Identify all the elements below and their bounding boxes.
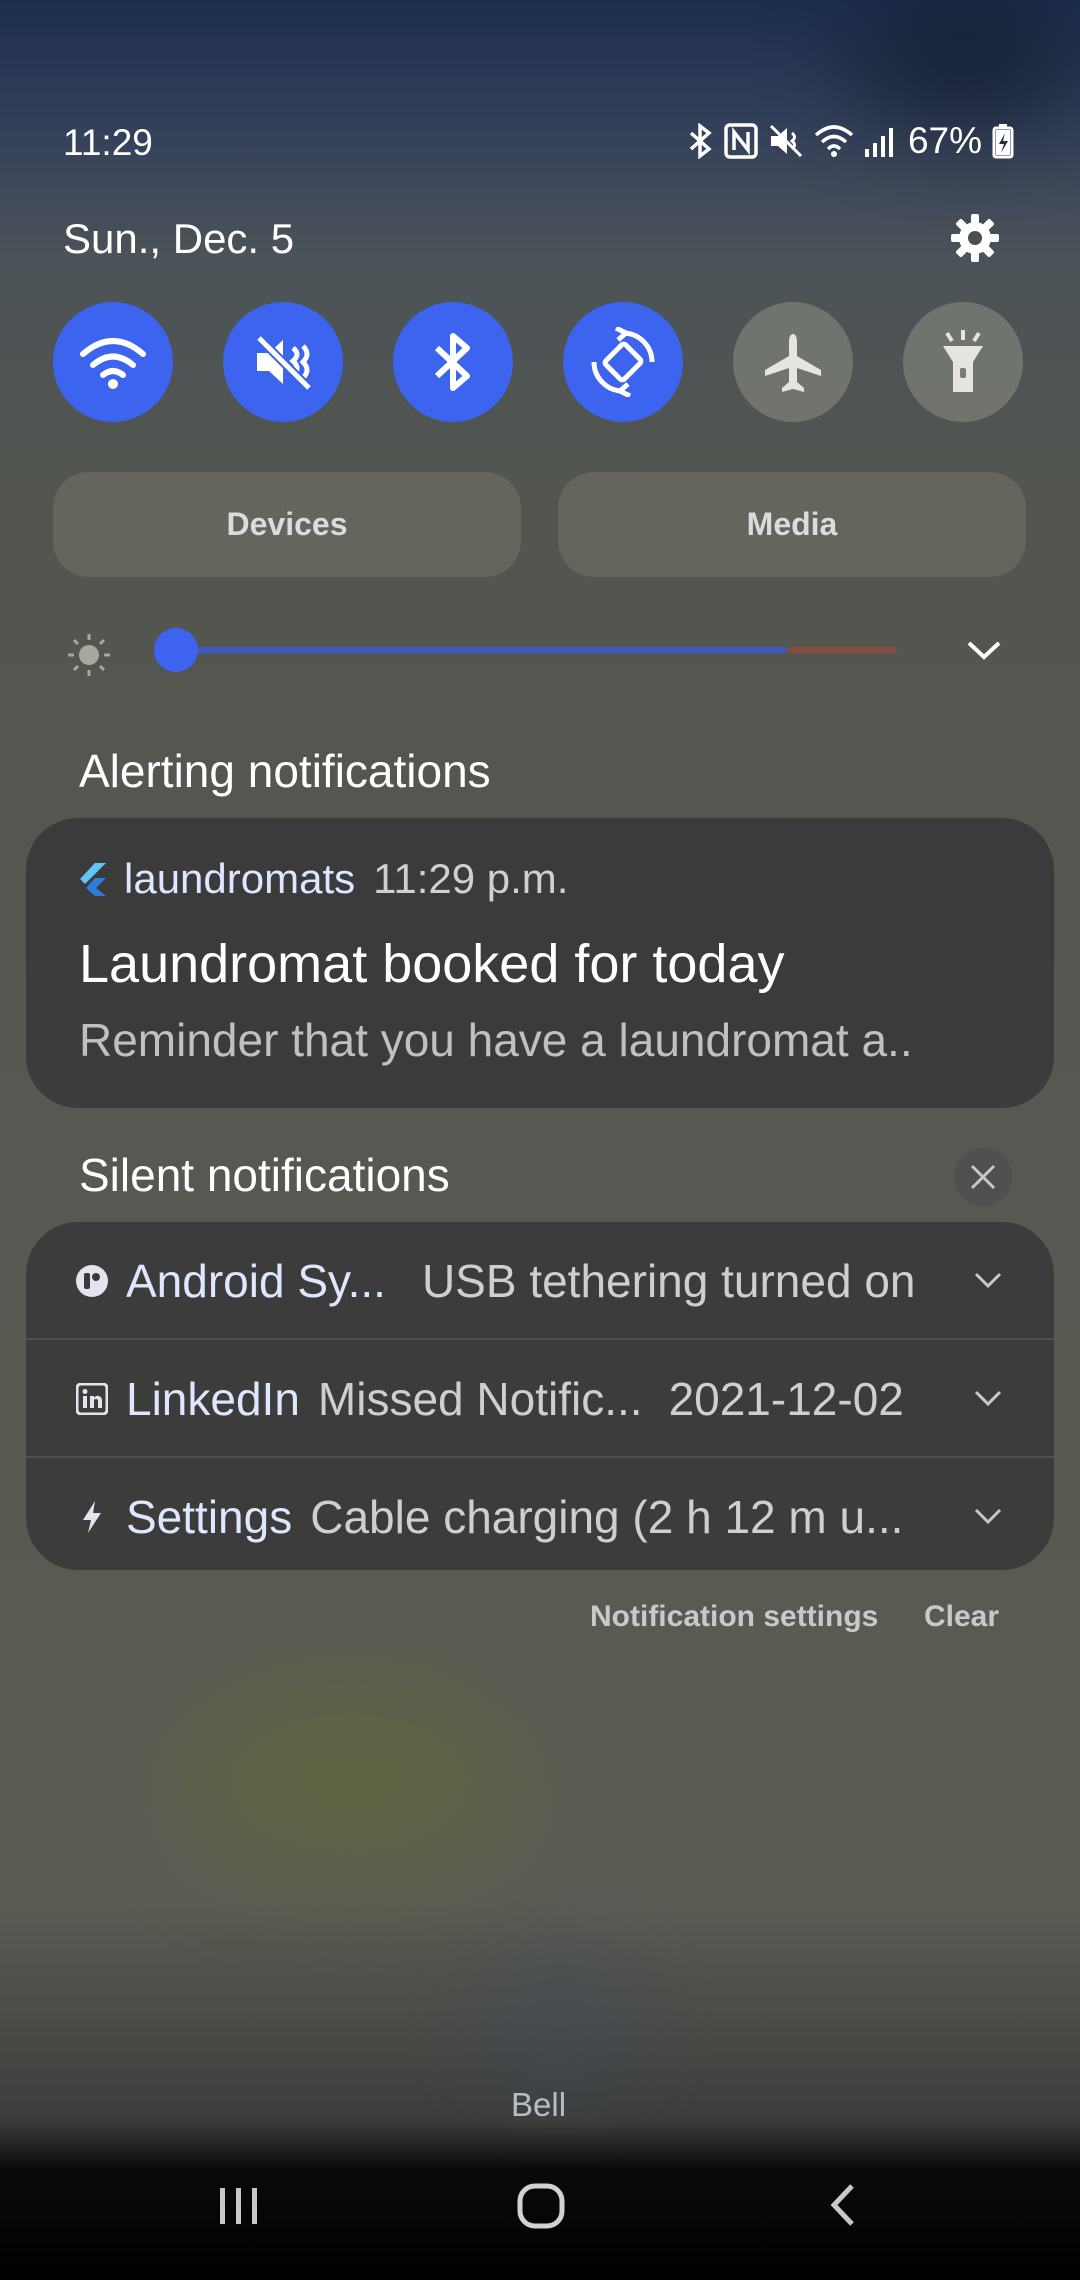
home-icon[interactable] (515, 2180, 569, 2234)
airplane-mode-toggle[interactable] (733, 302, 853, 422)
status-time: 11:29 (63, 122, 153, 163)
flashlight-icon (943, 330, 983, 392)
close-icon (970, 1164, 996, 1190)
battery-charging-icon (992, 124, 1014, 159)
media-button[interactable]: Media (558, 472, 1026, 577)
flutter-app-icon (80, 863, 106, 896)
notification-app-name: laundromats (124, 855, 356, 902)
bluetooth-icon (689, 123, 712, 159)
background-blur (180, 1680, 520, 1880)
bluetooth-icon (434, 333, 470, 391)
silent-text: USB tethering turned on (421, 1255, 916, 1307)
mute-icon (769, 124, 802, 158)
brightness-icon (68, 634, 110, 676)
notification-time: 11:29 p.m. (373, 855, 569, 902)
back-icon[interactable] (826, 2180, 860, 2230)
linkedin-icon (76, 1383, 108, 1415)
expand-chevron-icon[interactable] (966, 638, 1002, 662)
auto-rotate-icon (591, 327, 655, 397)
wifi-icon (80, 338, 146, 389)
battery-percent: 67% (907, 120, 982, 161)
wifi-toggle[interactable] (53, 302, 173, 422)
silent-notifications-card: Android Sy... USB tethering turned on Li… (26, 1222, 1054, 1570)
silent-notifications-header: Silent notifications (79, 1149, 450, 1201)
chevron-down-icon[interactable] (974, 1270, 1002, 1290)
brightness-track-end (787, 647, 897, 653)
panel-date: Sun., Dec. 5 (63, 215, 295, 262)
airplane-icon (765, 334, 821, 392)
chevron-down-icon[interactable] (974, 1506, 1002, 1526)
silent-date: 2021-12-02 (668, 1373, 904, 1425)
silent-app-name: Android Sy... (126, 1255, 386, 1307)
silent-notification-row[interactable]: Settings Cable charging (2 h 12 m u... (26, 1458, 1054, 1570)
recent-apps-icon[interactable] (214, 2180, 264, 2230)
background-app-label: Bell (511, 2086, 567, 2123)
alerting-notification-card[interactable]: laundromats 11:29 p.m. Laundromat booked… (26, 818, 1054, 1108)
android-system-icon (76, 1265, 108, 1297)
notification-settings-link[interactable]: Notification settings (590, 1600, 878, 1634)
devices-button[interactable]: Devices (53, 472, 521, 577)
signal-icon (864, 128, 893, 157)
clear-link[interactable]: Clear (924, 1600, 999, 1634)
alerting-notifications-header: Alerting notifications (79, 745, 491, 797)
bluetooth-toggle[interactable] (393, 302, 513, 422)
silent-text: Cable charging (2 h 12 m u... (310, 1491, 904, 1543)
sound-mode-toggle[interactable] (223, 302, 343, 422)
flashlight-toggle[interactable] (903, 302, 1023, 422)
silent-text: Missed Notific... (317, 1373, 643, 1425)
notification-body: Reminder that you have a laundromat a.. (79, 1014, 913, 1066)
silent-app-name: LinkedIn (126, 1373, 300, 1425)
settings-button[interactable] (947, 210, 1003, 266)
status-icons: 67% (688, 120, 1014, 162)
silent-notification-row[interactable]: Android Sy... USB tethering turned on (26, 1222, 1054, 1340)
silent-notification-row[interactable]: LinkedIn Missed Notific... 2021-12-02 (26, 1340, 1054, 1458)
notification-title: Laundromat booked for today (79, 934, 785, 994)
gear-icon (951, 214, 999, 262)
lightning-icon (83, 1501, 101, 1533)
silent-app-name: Settings (126, 1491, 293, 1543)
brightness-track[interactable] (175, 647, 787, 653)
background-blur (510, 1980, 610, 2070)
notification-header: laundromats 11:29 p.m. (76, 855, 568, 903)
brightness-slider-thumb[interactable] (154, 628, 198, 672)
chevron-down-icon[interactable] (974, 1388, 1002, 1408)
mute-icon (255, 334, 313, 392)
background-blur (850, 0, 1080, 120)
wifi-icon (814, 125, 854, 157)
dismiss-silent-button[interactable] (954, 1148, 1012, 1206)
nfc-icon (724, 123, 758, 159)
auto-rotate-toggle[interactable] (563, 302, 683, 422)
